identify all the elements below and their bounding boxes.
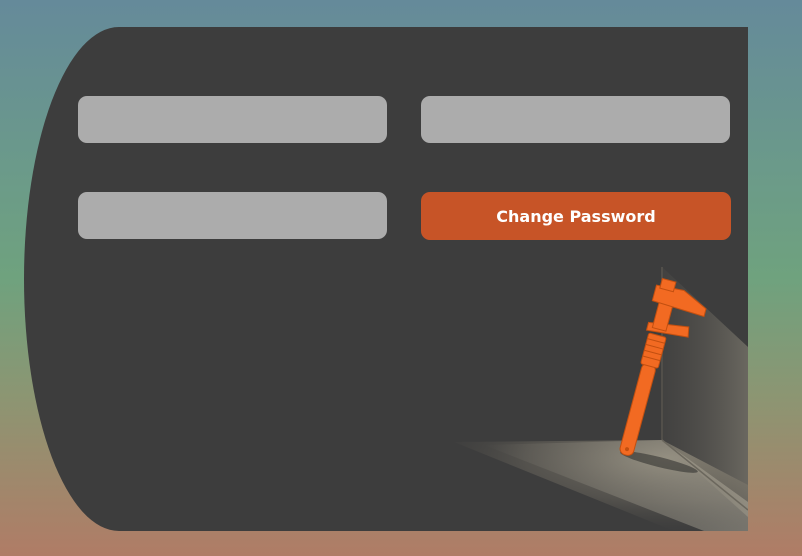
password-card: Change Password [24, 27, 748, 531]
current-password-field[interactable] [78, 96, 387, 143]
confirm-password-field[interactable] [78, 192, 387, 239]
new-password-field[interactable] [421, 96, 730, 143]
wrench-illustration [454, 267, 748, 531]
